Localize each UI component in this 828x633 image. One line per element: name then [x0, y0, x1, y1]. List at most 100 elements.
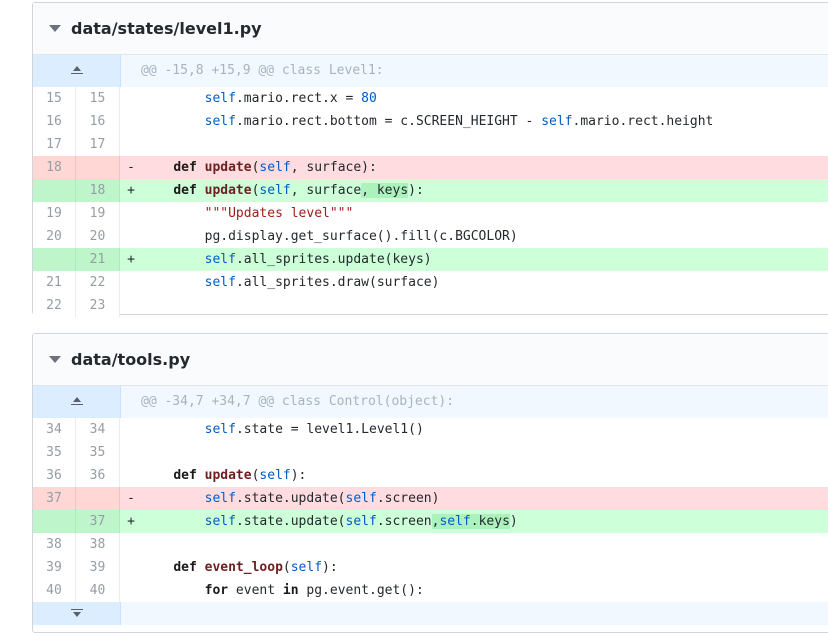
new-line-number[interactable]: 39 — [76, 556, 120, 579]
diff-sign — [120, 202, 142, 225]
old-line-number[interactable]: 39 — [33, 556, 76, 579]
code-text: self.all_sprites.update(keys) — [204, 252, 432, 267]
old-line-number[interactable]: 36 — [33, 464, 76, 487]
context-line: 21 22 self.all_sprites.draw(surface) — [33, 271, 828, 294]
code-text: def update(self, surface, keys): — [173, 183, 424, 198]
diff-sign: + — [127, 514, 135, 529]
new-line-number[interactable] — [76, 156, 120, 179]
old-line-number[interactable]: 15 — [33, 87, 76, 110]
diff-sign — [120, 133, 142, 156]
new-line-number[interactable]: 36 — [76, 464, 120, 487]
code-text: self.state.update(self.screen,self.keys) — [204, 514, 518, 529]
new-line-number[interactable]: 23 — [76, 294, 120, 317]
file-name[interactable]: data/states/level1.py — [71, 19, 262, 38]
diff-sign — [120, 418, 142, 441]
new-line-number[interactable]: 38 — [76, 533, 120, 556]
diff-sign — [120, 441, 142, 464]
file-header: data/states/level1.py — [33, 3, 828, 55]
hunk-text: @@ -15,8 +15,9 @@ class Level1: — [141, 63, 384, 78]
file-header: data/tools.py — [33, 334, 828, 386]
added-line: 21 + self.all_sprites.update(keys) — [33, 248, 828, 271]
old-line-number[interactable]: 40 — [33, 579, 76, 602]
diff-sign — [120, 110, 142, 133]
code-text: self.all_sprites.draw(surface) — [204, 275, 440, 290]
new-line-number[interactable]: 18 — [76, 179, 120, 202]
code-text: self.state = level1.Level1() — [204, 422, 424, 437]
diff-sign — [120, 556, 142, 579]
context-line: 34 34 self.state = level1.Level1() — [33, 418, 828, 441]
diff-sign: - — [127, 491, 135, 506]
new-line-number[interactable]: 35 — [76, 441, 120, 464]
new-line-number[interactable]: 17 — [76, 133, 120, 156]
deleted-line: 18 - def update(self, surface): — [33, 156, 828, 179]
code-text: for event in pg.event.get(): — [204, 583, 424, 598]
expand-up-icon — [70, 397, 83, 407]
context-line: 22 23 — [33, 294, 828, 317]
hunk-text: @@ -34,7 +34,7 @@ class Control(object): — [141, 394, 455, 409]
expand-up-button[interactable] — [33, 55, 121, 87]
new-line-number[interactable]: 37 — [76, 510, 120, 533]
new-line-number[interactable]: 21 — [76, 248, 120, 271]
diff-sign: - — [127, 160, 135, 175]
diff-sign — [120, 87, 142, 110]
hunk-footer — [33, 602, 828, 625]
context-line: 17 17 — [33, 133, 828, 156]
old-line-number[interactable] — [33, 179, 76, 202]
old-line-number[interactable]: 16 — [33, 110, 76, 133]
new-line-number[interactable]: 19 — [76, 202, 120, 225]
context-line: 19 19 """Updates level""" — [33, 202, 828, 225]
old-line-number[interactable] — [33, 248, 76, 271]
expand-down-icon — [70, 608, 83, 619]
code-text: pg.display.get_surface().fill(c.BGCOLOR) — [142, 229, 518, 244]
old-line-number[interactable]: 37 — [33, 487, 76, 510]
code-text: """Updates level""" — [204, 206, 354, 221]
deleted-line: 37 - self.state.update(self.screen) — [33, 487, 828, 510]
diff-file-level1: data/states/level1.py @@ -15,8 +15,9 @@ … — [32, 2, 828, 317]
hunk-header: @@ -15,8 +15,9 @@ class Level1: — [33, 55, 828, 87]
new-line-number[interactable]: 16 — [76, 110, 120, 133]
hunk-header: @@ -34,7 +34,7 @@ class Control(object): — [33, 386, 828, 418]
old-line-number[interactable]: 19 — [33, 202, 76, 225]
collapse-toggle-icon[interactable] — [49, 356, 61, 363]
diff-sign — [120, 225, 142, 248]
new-line-number[interactable]: 15 — [76, 87, 120, 110]
file-name[interactable]: data/tools.py — [71, 350, 190, 369]
old-line-number[interactable]: 21 — [33, 271, 76, 294]
context-line: 16 16 self.mario.rect.bottom = c.SCREEN_H… — [33, 110, 828, 133]
context-line: 39 39 def event_loop(self): — [33, 556, 828, 579]
expand-down-button[interactable] — [33, 602, 121, 625]
diff-lines: 15 15 self.mario.rect.x = 80 16 16 self.mar… — [33, 87, 828, 317]
new-line-number[interactable]: 22 — [76, 271, 120, 294]
old-line-number[interactable]: 38 — [33, 533, 76, 556]
diff-sign: + — [127, 183, 135, 198]
expand-up-button[interactable] — [33, 386, 121, 418]
new-line-number[interactable]: 40 — [76, 579, 120, 602]
collapse-toggle-icon[interactable] — [49, 25, 61, 32]
old-line-number[interactable]: 22 — [33, 294, 76, 317]
code-text: def update(self, surface): — [173, 160, 377, 175]
context-line: 20 20 pg.display.get_surface().fill(c.BGC… — [33, 225, 828, 248]
old-line-number[interactable]: 20 — [33, 225, 76, 248]
new-line-number[interactable]: 34 — [76, 418, 120, 441]
old-line-number[interactable]: 34 — [33, 418, 76, 441]
old-line-number[interactable]: 17 — [33, 133, 76, 156]
diff-sign — [120, 579, 142, 602]
old-line-number[interactable]: 18 — [33, 156, 76, 179]
new-line-number[interactable] — [76, 487, 120, 510]
diff-sign — [120, 294, 142, 317]
diff-sign — [120, 533, 142, 556]
diff-sign — [120, 464, 142, 487]
context-line: 15 15 self.mario.rect.x = 80 — [33, 87, 828, 110]
diff-lines: 34 34 self.state = level1.Level1() 35 35 36 3… — [33, 418, 828, 602]
old-line-number[interactable]: 35 — [33, 441, 76, 464]
old-line-number[interactable] — [33, 510, 76, 533]
code-text: self.mario.rect.bottom = c.SCREEN_HEIGHT… — [204, 114, 714, 129]
added-line: 18 + def update(self, surface, keys): — [33, 179, 828, 202]
code-text: self.state.update(self.screen) — [204, 491, 440, 506]
diff-sign: + — [127, 252, 135, 267]
new-line-number[interactable]: 20 — [76, 225, 120, 248]
